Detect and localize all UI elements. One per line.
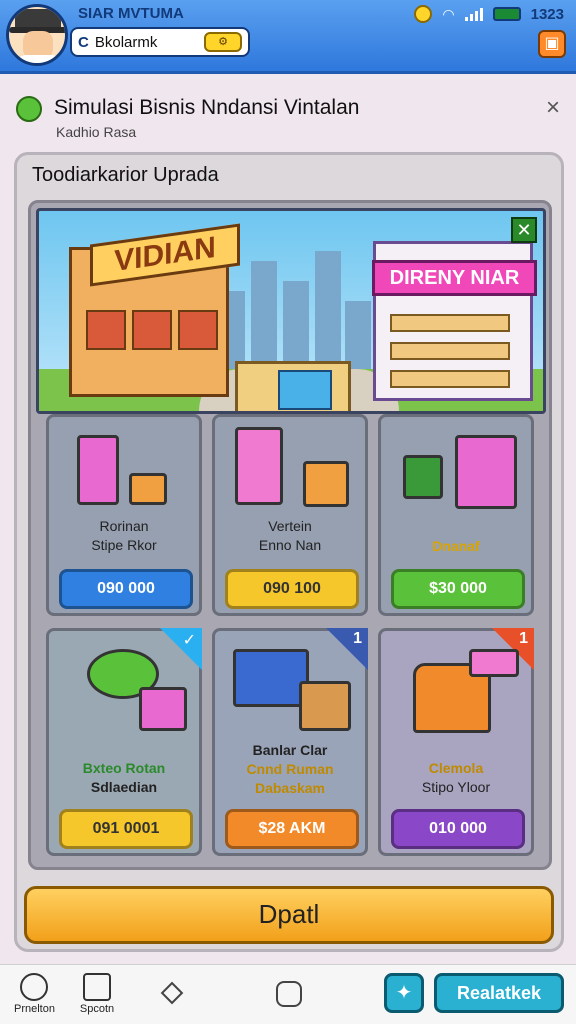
buy-button[interactable]: $28 AKM [225, 809, 359, 849]
left-shop[interactable]: VIDIAN [69, 223, 240, 397]
tile-name-line: Stipe Rkor [91, 537, 157, 553]
signal-icon [464, 7, 483, 21]
vending-cart-art [59, 427, 189, 517]
tile-name-line: Bxteo Rotan [82, 760, 166, 776]
tile-name-line: Dabaskam [254, 780, 326, 796]
left-shop-sign: VIDIAN [90, 223, 240, 287]
right-shop-sign: DIRENY NIAR [372, 260, 537, 296]
restart-button[interactable]: Realatkek [434, 973, 564, 1013]
tile-name-line: Rorinan [99, 518, 149, 534]
face-icon [20, 973, 48, 1001]
nav-item-shop[interactable]: Spcotn [72, 973, 122, 1015]
search-value: Bkolarmk [94, 33, 158, 51]
home-icon[interactable] [276, 981, 302, 1007]
buy-button[interactable]: 090 100 [225, 569, 359, 609]
computer-stand [235, 361, 351, 411]
booth-art [391, 641, 521, 733]
tile-name-line: Vertein [268, 518, 312, 534]
app-title: SIAR MVTUMA [78, 5, 184, 22]
coin-icon [414, 5, 433, 23]
search-field[interactable]: C Bkolarmk ⚙ [70, 27, 250, 57]
tile-name-line: Banlar Clar [252, 742, 328, 758]
upgrade-tile[interactable]: Dnanaf $30 000 [378, 414, 534, 616]
upgrade-tile[interactable]: Vertein Enno Nan 090 100 [212, 414, 368, 616]
nav-item-profile[interactable]: Prnelton [14, 973, 55, 1015]
search-button[interactable]: ⚙ [204, 32, 242, 52]
back-icon[interactable] [160, 981, 184, 1005]
tile-name-line: Enno Nan [258, 537, 322, 553]
status-bar: ◠ 1323 [414, 5, 564, 23]
business-icon [16, 96, 42, 122]
clock: 1323 [530, 5, 564, 23]
store-crate-art [225, 641, 355, 731]
nav-label: Spcotn [79, 1003, 115, 1015]
panel-title: Simulasi Bisnis Nndansi Vintalan [54, 96, 360, 119]
bin-cart-art [59, 641, 189, 731]
battery-icon [492, 7, 521, 21]
buy-button[interactable]: 091 0001 [59, 809, 193, 849]
buy-button[interactable]: $30 000 [391, 569, 525, 609]
close-icon[interactable]: × [546, 94, 560, 122]
upgrade-tile[interactable]: Rorinan Stipe Rkor 090 000 [46, 414, 202, 616]
top-bar: SIAR MVTUMA C Bkolarmk ⚙ ◠ 1323 ▣ [0, 0, 576, 74]
upgrade-tile[interactable]: ✓ Bxteo Rotan Sdlaedian 091 0001 [46, 628, 202, 856]
delivery-cart-art [391, 427, 521, 517]
tile-name-line: Sdlaedian [90, 779, 158, 795]
confirm-button[interactable]: Dpatl [24, 886, 554, 944]
screen-graphic [278, 370, 332, 410]
scene-close-icon[interactable]: ✕ [511, 217, 537, 243]
tool-button[interactable]: ✦ [384, 973, 424, 1013]
grid-icon [83, 973, 111, 1001]
upgrade-tile[interactable]: 1 Clemola Stipo Yloor 010 000 [378, 628, 534, 856]
tile-name-line: Clemola [428, 760, 484, 776]
buy-button[interactable]: 090 000 [59, 569, 193, 609]
panel-subtitle: Kadhio Rasa [56, 124, 137, 140]
tile-name-line: Dnanaf [432, 538, 480, 554]
wifi-icon: ◠ [442, 5, 455, 22]
search-prefix-icon: C [78, 33, 89, 51]
nav-label: Prnelton [14, 1003, 55, 1015]
tile-name-line: Cnnd Ruman [246, 761, 334, 777]
player-avatar[interactable] [6, 4, 68, 66]
tile-name-line: Stipo Yloor [421, 779, 491, 795]
upgrade-tile[interactable]: 1 Banlar Clar Cnnd Ruman Dabaskam $28 AK… [212, 628, 368, 856]
buy-button[interactable]: 010 000 [391, 809, 525, 849]
right-shop[interactable]: DIRENY NIAR [372, 241, 537, 401]
gift-icon[interactable]: ▣ [538, 30, 566, 58]
section-title: Toodiarkarior Uprada [32, 164, 219, 186]
kiosk-art [225, 427, 355, 517]
business-scene: VIDIAN DIRENY NIAR ✕ [36, 208, 546, 414]
bottom-nav: Prnelton Spcotn ✦ Realatkek [0, 964, 576, 1024]
